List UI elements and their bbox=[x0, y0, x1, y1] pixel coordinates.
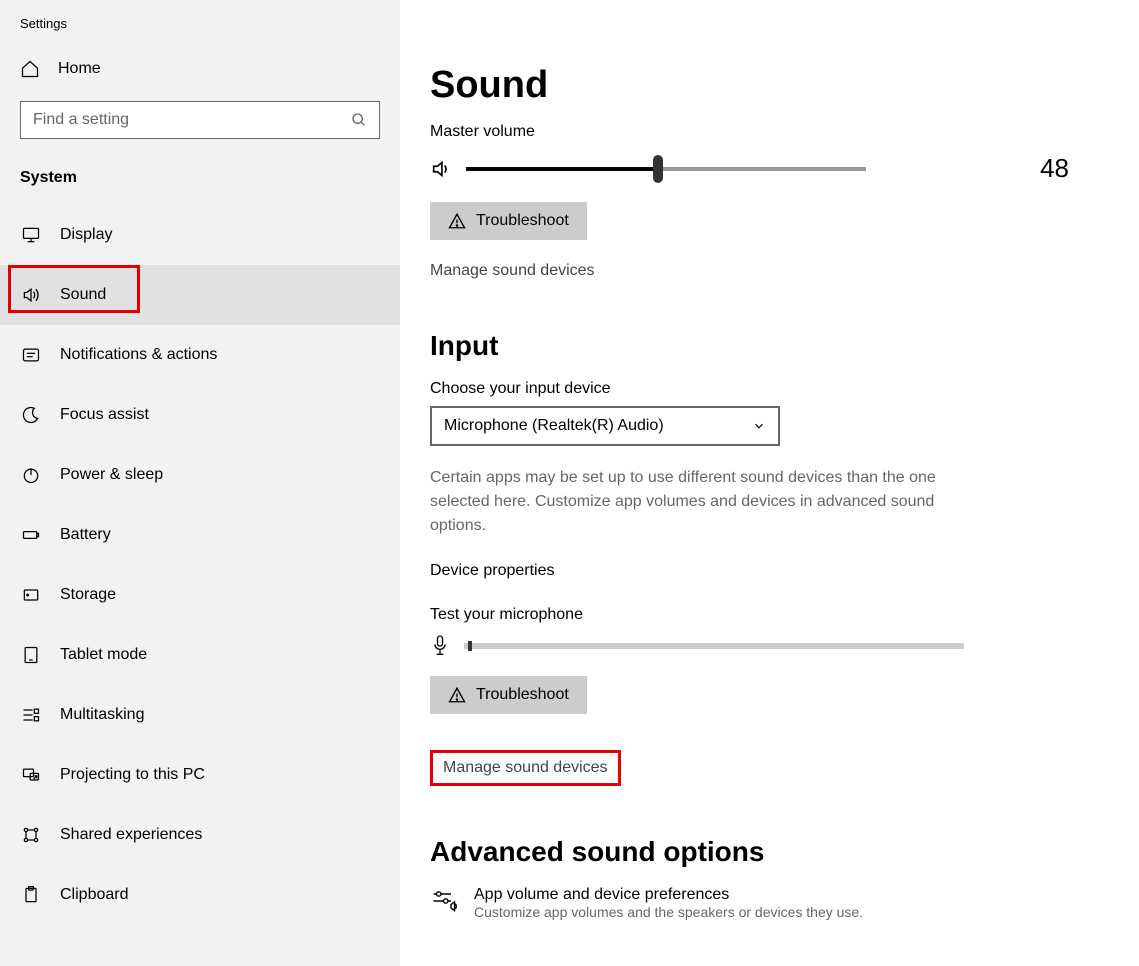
sidebar-item-label: Multitasking bbox=[60, 706, 144, 724]
sidebar-item-focus-assist[interactable]: Focus assist bbox=[0, 385, 400, 445]
sidebar-item-label: Power & sleep bbox=[60, 466, 163, 484]
manage-sound-devices-link[interactable]: Manage sound devices bbox=[430, 262, 595, 280]
sidebar-section-label: System bbox=[0, 161, 400, 205]
input-device-dropdown[interactable]: Microphone (Realtek(R) Audio) bbox=[430, 406, 780, 446]
troubleshoot-label: Troubleshoot bbox=[476, 686, 569, 704]
home-icon bbox=[20, 59, 40, 79]
clipboard-icon bbox=[20, 884, 42, 906]
battery-icon bbox=[20, 524, 42, 546]
app-volume-row[interactable]: App volume and device preferences Custom… bbox=[430, 886, 1089, 920]
input-section-title: Input bbox=[430, 330, 1089, 362]
mic-test-row bbox=[430, 634, 1089, 658]
troubleshoot-input-button[interactable]: Troubleshoot bbox=[430, 676, 587, 714]
sidebar-item-tablet-mode[interactable]: Tablet mode bbox=[0, 625, 400, 685]
power-icon bbox=[20, 464, 42, 486]
nav-list: Display Sound Notifications & actions Focus… bbox=[0, 205, 400, 925]
chevron-down-icon bbox=[752, 419, 766, 433]
window-title: Settings bbox=[0, 12, 400, 51]
speaker-icon[interactable] bbox=[430, 158, 452, 180]
monitor-icon bbox=[20, 224, 42, 246]
sidebar-item-clipboard[interactable]: Clipboard bbox=[0, 865, 400, 925]
sidebar-item-label: Clipboard bbox=[60, 886, 128, 904]
page-title: Sound bbox=[430, 64, 1089, 107]
sidebar-item-display[interactable]: Display bbox=[0, 205, 400, 265]
sidebar-item-multitasking[interactable]: Multitasking bbox=[0, 685, 400, 745]
microphone-icon bbox=[430, 634, 450, 658]
search-input[interactable] bbox=[33, 111, 351, 129]
choose-input-label: Choose your input device bbox=[430, 380, 1089, 398]
mixer-icon bbox=[430, 886, 458, 920]
tablet-icon bbox=[20, 644, 42, 666]
master-volume-label: Master volume bbox=[430, 123, 1089, 141]
sidebar-item-notifications-actions[interactable]: Notifications & actions bbox=[0, 325, 400, 385]
sidebar-item-label: Projecting to this PC bbox=[60, 766, 205, 784]
main-content: Sound Master volume 48 Troubleshoot Mana… bbox=[400, 0, 1139, 966]
multitask-icon bbox=[20, 704, 42, 726]
advanced-section-title: Advanced sound options bbox=[430, 836, 1089, 868]
sidebar-item-label: Tablet mode bbox=[60, 646, 147, 664]
warning-icon bbox=[448, 212, 466, 230]
app-volume-title: App volume and device preferences bbox=[474, 886, 863, 904]
search-icon bbox=[351, 112, 367, 128]
device-properties-link[interactable]: Device properties bbox=[430, 562, 555, 580]
sidebar-item-power-sleep[interactable]: Power & sleep bbox=[0, 445, 400, 505]
home-label: Home bbox=[58, 60, 101, 78]
input-device-selected: Microphone (Realtek(R) Audio) bbox=[444, 417, 664, 435]
project-icon bbox=[20, 764, 42, 786]
manage-sound-devices-link-2[interactable]: Manage sound devices bbox=[443, 759, 608, 777]
troubleshoot-label: Troubleshoot bbox=[476, 212, 569, 230]
app-volume-desc: Customize app volumes and the speakers o… bbox=[474, 904, 863, 920]
notification-icon bbox=[20, 344, 42, 366]
warning-icon bbox=[448, 686, 466, 704]
input-description: Certain apps may be set up to use differ… bbox=[430, 466, 990, 538]
highlight-manage-devices: Manage sound devices bbox=[430, 750, 621, 786]
sidebar-item-label: Shared experiences bbox=[60, 826, 202, 844]
sidebar-item-storage[interactable]: Storage bbox=[0, 565, 400, 625]
home-nav[interactable]: Home bbox=[0, 51, 400, 87]
sidebar-item-sound[interactable]: Sound bbox=[0, 265, 400, 325]
sound-icon bbox=[20, 284, 42, 306]
test-mic-label: Test your microphone bbox=[430, 606, 1089, 624]
sidebar-item-label: Focus assist bbox=[60, 406, 149, 424]
search-box[interactable] bbox=[20, 101, 380, 139]
storage-icon bbox=[20, 584, 42, 606]
volume-row: 48 bbox=[430, 153, 1089, 184]
volume-value: 48 bbox=[1040, 153, 1089, 184]
sidebar-item-label: Battery bbox=[60, 526, 111, 544]
sidebar: Settings Home System Display Sound Notific… bbox=[0, 0, 400, 966]
mic-level-bar bbox=[464, 643, 964, 649]
sidebar-item-projecting-to-this-pc[interactable]: Projecting to this PC bbox=[0, 745, 400, 805]
sidebar-item-label: Storage bbox=[60, 586, 116, 604]
sidebar-item-label: Sound bbox=[60, 286, 106, 304]
troubleshoot-output-button[interactable]: Troubleshoot bbox=[430, 202, 587, 240]
sidebar-item-label: Display bbox=[60, 226, 112, 244]
share-icon bbox=[20, 824, 42, 846]
sidebar-item-label: Notifications & actions bbox=[60, 346, 217, 364]
sidebar-item-battery[interactable]: Battery bbox=[0, 505, 400, 565]
volume-slider[interactable] bbox=[466, 167, 866, 171]
sidebar-item-shared-experiences[interactable]: Shared experiences bbox=[0, 805, 400, 865]
moon-icon bbox=[20, 404, 42, 426]
